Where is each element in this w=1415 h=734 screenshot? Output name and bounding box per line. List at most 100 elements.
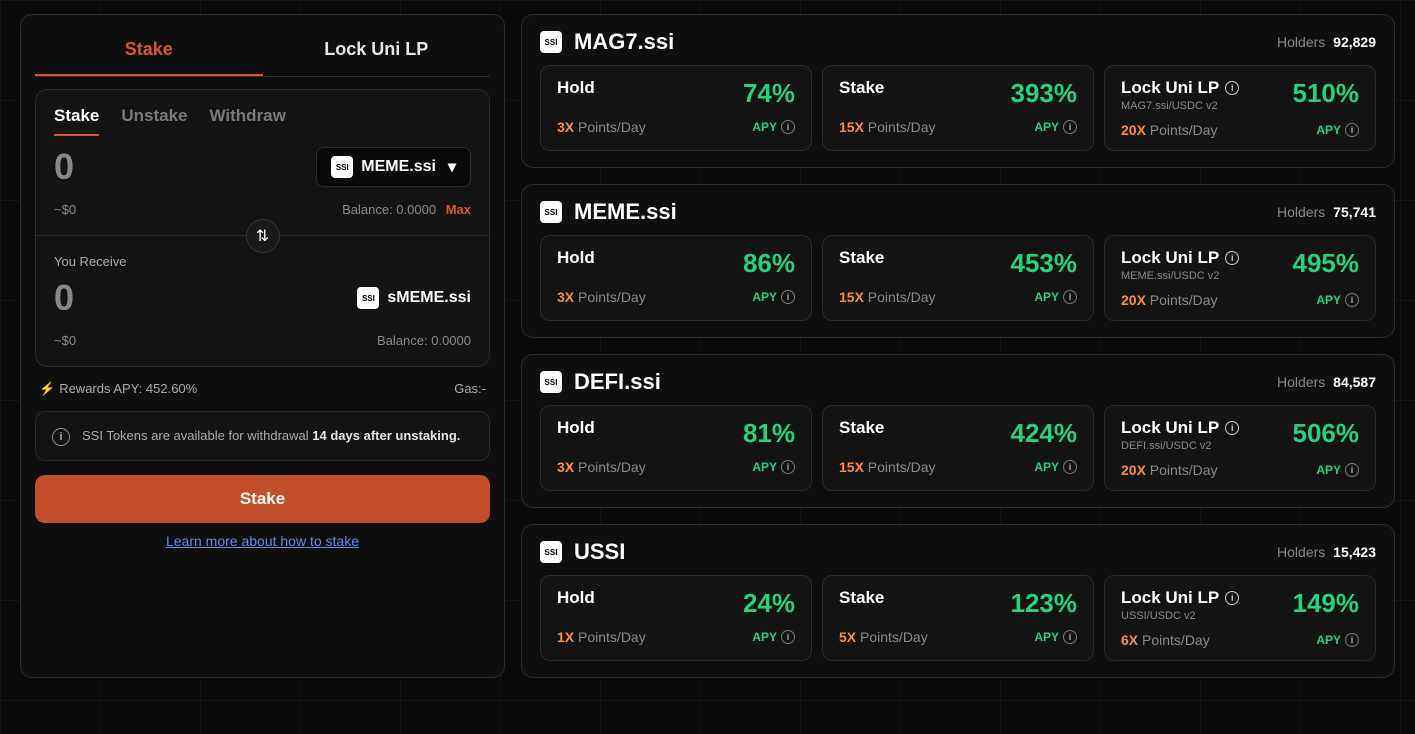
points-per-day: 3X Points/Day [557, 289, 646, 305]
stake-panel: Stake Lock Uni LP Stake Unstake Withdraw… [20, 14, 505, 678]
action-lock[interactable]: Lock Uni LP i MEME.ssi/USDC v2 495% 20X … [1104, 235, 1376, 321]
apy-value: 453% [1011, 248, 1078, 279]
apy-value: 123% [1011, 588, 1078, 619]
apy-label: APY i [752, 290, 795, 304]
apy-value: 393% [1011, 78, 1078, 109]
balance-label: Balance: 0.0000 [342, 202, 436, 217]
tab-lock-uni-lp[interactable]: Lock Uni LP [263, 25, 491, 76]
action-title: Hold [557, 418, 595, 438]
apy-label: APY i [1034, 630, 1077, 644]
points-per-day: 15X Points/Day [839, 289, 936, 305]
apy-label: APY i [1316, 293, 1359, 307]
info-icon[interactable]: i [781, 630, 795, 644]
info-icon[interactable]: i [1063, 630, 1077, 644]
info-icon[interactable]: i [781, 120, 795, 134]
asset-card: SSI MEME.ssi Holders 75,741 Hold 86% 3X … [521, 184, 1395, 338]
action-title: Lock Uni LP i [1121, 588, 1239, 608]
info-icon[interactable]: i [1345, 293, 1359, 307]
action-title: Stake [839, 78, 884, 98]
tab-stake[interactable]: Stake [35, 25, 263, 76]
action-stake[interactable]: Stake 453% 15X Points/Day APY i [822, 235, 1094, 321]
receive-balance: Balance: 0.0000 [377, 333, 471, 348]
info-icon[interactable]: i [1063, 290, 1077, 304]
asset-card: SSI DEFI.ssi Holders 84,587 Hold 81% 3X … [521, 354, 1395, 508]
apy-value: 81% [743, 418, 795, 449]
info-icon[interactable]: i [781, 290, 795, 304]
apy-label: APY i [1034, 290, 1077, 304]
chevron-down-icon: ▾ [448, 157, 456, 177]
learn-more-link[interactable]: Learn more about how to stake [35, 533, 490, 549]
apy-label: APY i [1316, 463, 1359, 477]
points-per-day: 20X Points/Day [1121, 462, 1218, 478]
asset-name: SSI USSI [540, 539, 625, 565]
lock-pair: USSI/USDC v2 [1121, 610, 1239, 622]
amount-usd: ~$0 [54, 202, 76, 217]
ssi-icon: SSI [540, 541, 562, 563]
lock-pair: MEME.ssi/USDC v2 [1121, 270, 1239, 282]
action-lock[interactable]: Lock Uni LP i DEFI.ssi/USDC v2 506% 20X … [1104, 405, 1376, 491]
asset-card: SSI USSI Holders 15,423 Hold 24% 1X Poin… [521, 524, 1395, 678]
inner-tab-withdraw[interactable]: Withdraw [210, 106, 286, 136]
action-title: Hold [557, 588, 595, 608]
apy-label: APY i [752, 120, 795, 134]
action-stake[interactable]: Stake 424% 15X Points/Day APY i [822, 405, 1094, 491]
info-icon[interactable]: i [781, 460, 795, 474]
action-stake[interactable]: Stake 393% 15X Points/Day APY i [822, 65, 1094, 151]
info-icon[interactable]: i [1225, 251, 1239, 265]
action-hold[interactable]: Hold 24% 1X Points/Day APY i [540, 575, 812, 661]
info-icon[interactable]: i [1225, 591, 1239, 605]
action-title: Stake [839, 588, 884, 608]
holders-count: Holders 84,587 [1277, 374, 1376, 390]
ssi-icon: SSI [357, 287, 379, 309]
action-stake[interactable]: Stake 123% 5X Points/Day APY i [822, 575, 1094, 661]
apy-label: APY i [1034, 120, 1077, 134]
points-per-day: 3X Points/Day [557, 119, 646, 135]
apy-label: APY i [1316, 123, 1359, 137]
max-button[interactable]: Max [446, 202, 471, 217]
holders-count: Holders 92,829 [1277, 34, 1376, 50]
receive-amount: 0 [54, 277, 74, 319]
ssi-icon: SSI [540, 201, 562, 223]
receive-label: You Receive [54, 254, 471, 269]
action-title: Hold [557, 248, 595, 268]
token-label: MEME.ssi [361, 158, 436, 176]
inner-tab-stake[interactable]: Stake [54, 106, 99, 136]
lock-pair: MAG7.ssi/USDC v2 [1121, 100, 1239, 112]
info-icon[interactable]: i [1063, 460, 1077, 474]
apy-value: 506% [1293, 418, 1360, 449]
action-hold[interactable]: Hold 74% 3X Points/Day APY i [540, 65, 812, 151]
action-title: Lock Uni LP i [1121, 248, 1239, 268]
swap-icon: ⇅ [256, 226, 269, 246]
info-icon[interactable]: i [1225, 421, 1239, 435]
apy-label: APY i [1316, 633, 1359, 647]
info-icon[interactable]: i [1345, 463, 1359, 477]
points-per-day: 3X Points/Day [557, 459, 646, 475]
holders-count: Holders 75,741 [1277, 204, 1376, 220]
action-lock[interactable]: Lock Uni LP i USSI/USDC v2 149% 6X Point… [1104, 575, 1376, 661]
asset-name: SSI DEFI.ssi [540, 369, 661, 395]
points-per-day: 20X Points/Day [1121, 292, 1218, 308]
asset-name: SSI MAG7.ssi [540, 29, 674, 55]
action-title: Lock Uni LP i [1121, 78, 1239, 98]
amount-input[interactable]: 0 [54, 146, 74, 188]
apy-value: 424% [1011, 418, 1078, 449]
stake-button[interactable]: Stake [35, 475, 490, 523]
action-lock[interactable]: Lock Uni LP i MAG7.ssi/USDC v2 510% 20X … [1104, 65, 1376, 151]
apy-value: 86% [743, 248, 795, 279]
rewards-apy: Rewards APY: 452.60% [59, 381, 197, 396]
action-hold[interactable]: Hold 86% 3X Points/Day APY i [540, 235, 812, 321]
apy-value: 24% [743, 588, 795, 619]
apy-value: 74% [743, 78, 795, 109]
apy-value: 510% [1293, 78, 1360, 109]
gas-label: Gas:- [454, 381, 486, 397]
info-icon[interactable]: i [1345, 633, 1359, 647]
action-hold[interactable]: Hold 81% 3X Points/Day APY i [540, 405, 812, 491]
info-icon[interactable]: i [1225, 81, 1239, 95]
swap-direction-button[interactable]: ⇅ [246, 219, 280, 253]
token-select[interactable]: SSI MEME.ssi ▾ [316, 147, 471, 187]
info-icon[interactable]: i [1345, 123, 1359, 137]
points-per-day: 6X Points/Day [1121, 632, 1210, 648]
action-title: Lock Uni LP i [1121, 418, 1239, 438]
inner-tab-unstake[interactable]: Unstake [121, 106, 187, 136]
info-icon[interactable]: i [1063, 120, 1077, 134]
